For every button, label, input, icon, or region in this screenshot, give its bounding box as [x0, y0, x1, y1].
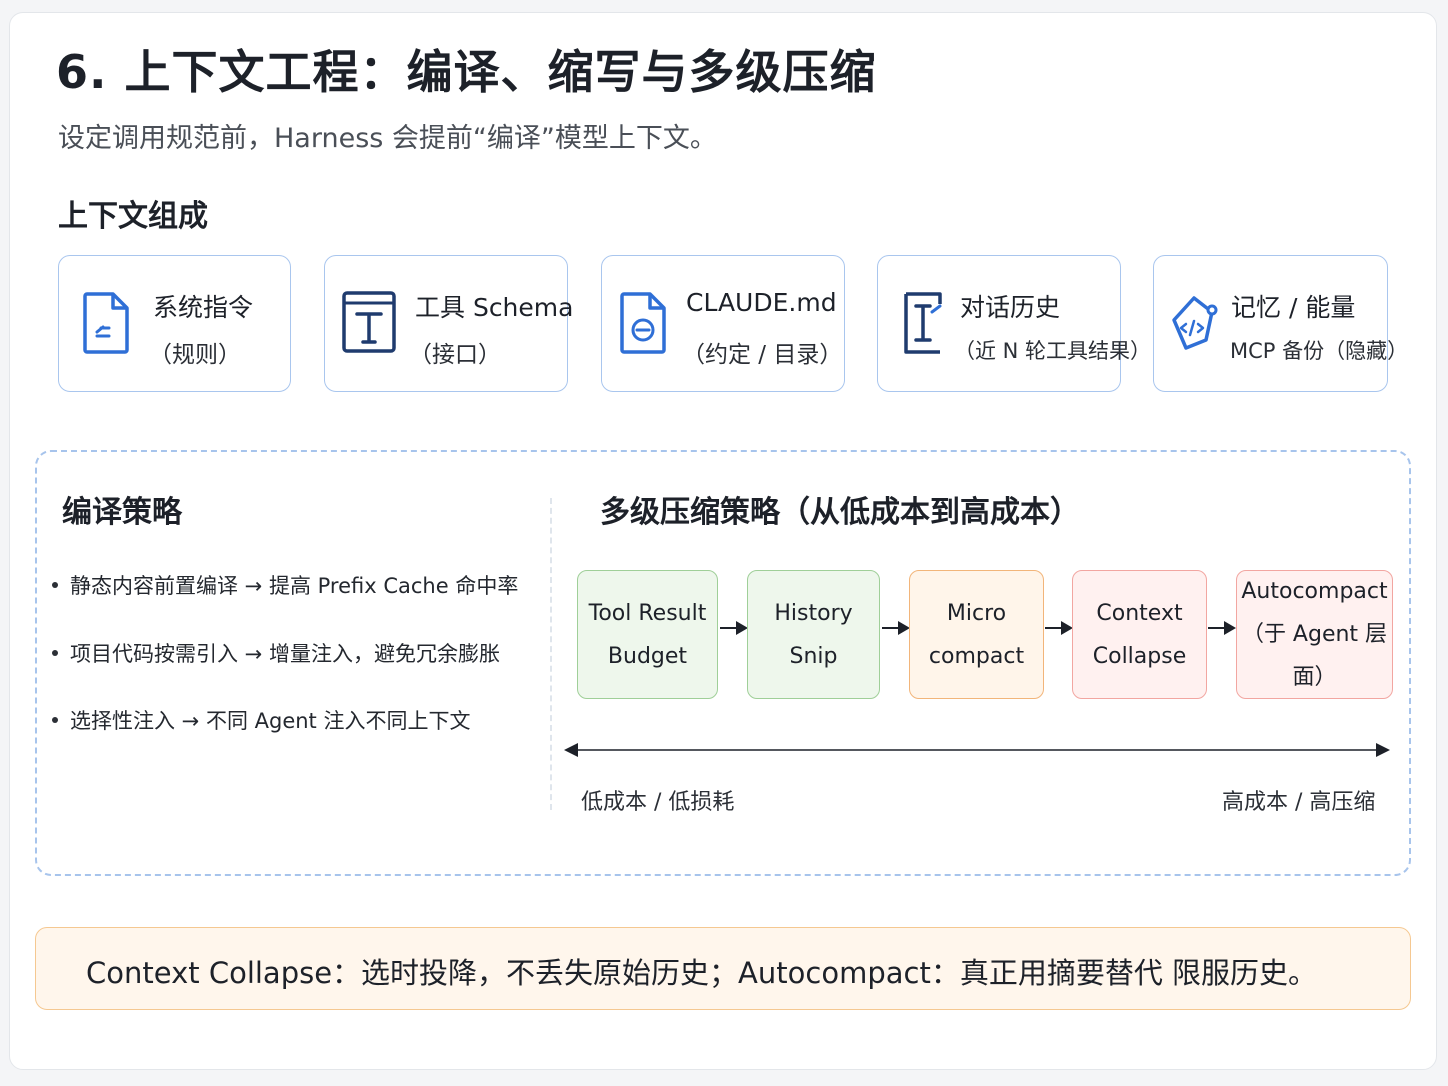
- context-card-memory: 记忆 / 能量 MCP 备份（隐藏）: [1153, 255, 1408, 392]
- panel-divider: [550, 498, 552, 810]
- stage-line2: （于 Agent 层面）: [1241, 622, 1388, 690]
- bullet-dot: [52, 582, 58, 588]
- card-label: CLAUDE.md: [686, 288, 837, 317]
- scale-high-label: 高成本 / 高压缩: [1222, 790, 1376, 815]
- stage-tool-result-budget: Tool Result Budget: [577, 570, 718, 699]
- file-icon: [620, 292, 666, 354]
- card-label: 记忆 / 能量: [1231, 293, 1356, 322]
- stage-line2: compact: [928, 643, 1025, 669]
- stage-micro-compact: Micro compact: [909, 570, 1044, 699]
- card-label: 工具 Schema: [415, 293, 574, 322]
- card-sub: （约定 / 目录）: [682, 342, 843, 368]
- bullet-dot: [52, 717, 58, 723]
- summary-note-text: Context Collapse：选时投降，不丢失原始历史；Autocompac…: [86, 956, 1318, 990]
- card-sub: （近 N 轮工具结果）: [954, 339, 1152, 363]
- compile-bullet: 静态内容前置编译 → 提高 Prefix Cache 命中率: [52, 570, 518, 600]
- stage-line2: Snip: [789, 643, 838, 669]
- card-sub: （接口）: [409, 342, 501, 368]
- flow-arrow-icon: [720, 621, 748, 635]
- context-card-history: 对话历史 （近 N 轮工具结果）: [877, 255, 1151, 392]
- compress-title: 多级压缩策略（从低成本到高成本）: [600, 495, 1080, 530]
- composition-title: 上下文组成: [58, 199, 208, 234]
- stage-line1: Context: [1096, 600, 1183, 626]
- cost-axis: [564, 743, 1390, 757]
- bullet-text: 静态内容前置编译 → 提高 Prefix Cache 命中率: [70, 574, 519, 598]
- stage-line1: Tool Result: [588, 600, 707, 626]
- flow-arrow-icon: [1045, 621, 1073, 635]
- bullet-dot: [52, 650, 58, 656]
- compile-bullet: 选择性注入 → 不同 Agent 注入不同上下文: [52, 705, 470, 735]
- card-sub: （规则）: [149, 342, 241, 368]
- compile-bullet: 项目代码按需引入 → 增量注入，避免冗余膨胀: [52, 638, 500, 668]
- stage-line2: Budget: [607, 643, 688, 669]
- bullet-text: 项目代码按需引入 → 增量注入，避免冗余膨胀: [70, 642, 500, 666]
- compile-title: 编译策略: [62, 495, 182, 530]
- stage-line1: Autocompact: [1241, 579, 1388, 604]
- stage-context-collapse: Context Collapse: [1072, 570, 1207, 699]
- card-label: 系统指令: [153, 293, 254, 322]
- context-card-tool-schema: 工具 Schema （接口）: [324, 255, 573, 392]
- card-label: 对话历史: [960, 293, 1061, 322]
- flow-arrow-icon: [882, 621, 910, 635]
- page-subtitle: 设定调用规范前，Harness 会提前“编译”模型上下文。: [58, 123, 717, 154]
- card-sub: MCP 备份（隐藏）: [1230, 339, 1409, 363]
- stage-line2: Collapse: [1092, 643, 1187, 669]
- stage-history-snip: History Snip: [747, 570, 880, 699]
- code-icon: [1172, 296, 1218, 350]
- page-title: 6. 上下文工程：编译、缩写与多级压缩: [56, 45, 877, 99]
- scale-low-label: 低成本 / 低损耗: [581, 790, 735, 815]
- context-card-system: 系统指令 （规则）: [58, 255, 291, 392]
- stage-line1: History: [774, 600, 853, 626]
- flow-arrow-icon: [1208, 621, 1236, 635]
- stage-line1: Micro: [946, 600, 1007, 626]
- document-icon: [83, 292, 129, 354]
- summary-note: Context Collapse：选时投降，不丢失原始历史；Autocompac…: [35, 927, 1411, 1010]
- context-card-claude-md: CLAUDE.md （约定 / 目录）: [601, 255, 845, 392]
- bullet-text: 选择性注入 → 不同 Agent 注入不同上下文: [70, 709, 471, 733]
- stage-autocompact: Autocompact （于 Agent 层面）: [1236, 570, 1393, 699]
- text-icon: [342, 291, 396, 353]
- cursor-icon: [904, 292, 942, 354]
